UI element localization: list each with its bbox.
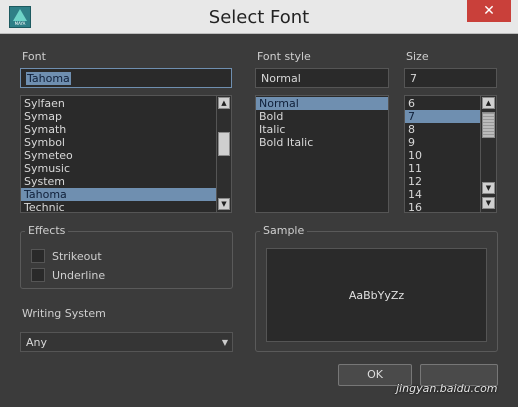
- font-list-item[interactable]: Symath: [21, 123, 216, 136]
- strikeout-checkbox[interactable]: [31, 249, 45, 263]
- size-input[interactable]: 7: [404, 68, 497, 88]
- app-logo-shape: [13, 9, 27, 21]
- close-icon: ✕: [483, 3, 495, 19]
- sample-title: Sample: [260, 224, 308, 237]
- close-button[interactable]: ✕: [467, 0, 511, 22]
- scroll-down-icon[interactable]: ▼: [482, 197, 495, 209]
- size-list-item[interactable]: 11: [405, 162, 480, 175]
- sample-preview: AaBbYyZz: [266, 248, 487, 342]
- font-list-item[interactable]: Symusic: [21, 162, 216, 175]
- size-label: Size: [406, 50, 429, 63]
- size-list-item[interactable]: 7: [405, 110, 480, 123]
- effects-title: Effects: [25, 224, 69, 237]
- font-list-item[interactable]: Symap: [21, 110, 216, 123]
- size-list-scrollbar[interactable]: ▲ ▼ ▼: [480, 96, 496, 212]
- writing-system-value: Any: [26, 336, 48, 349]
- font-list-item[interactable]: Symeteo: [21, 149, 216, 162]
- font-list[interactable]: Sylfaen Symap Symath Symbol Symeteo Symusic Sy…: [20, 95, 232, 213]
- scroll-up-icon[interactable]: ▲: [218, 97, 230, 109]
- scrollbar-thumb[interactable]: [482, 112, 495, 138]
- strikeout-label: Strikeout: [52, 250, 102, 263]
- font-list-item[interactable]: Technic: [21, 201, 216, 212]
- font-input-value: Tahoma: [26, 72, 71, 85]
- size-list-item[interactable]: 12: [405, 175, 480, 188]
- font-style-list-item[interactable]: Italic: [256, 123, 388, 136]
- font-style-list[interactable]: Normal Bold Italic Bold Italic: [255, 95, 389, 213]
- size-list-item[interactable]: 10: [405, 149, 480, 162]
- size-list[interactable]: 6 7 8 9 10 11 12 14 16 ▲ ▼ ▼: [404, 95, 497, 213]
- font-list-item[interactable]: System: [21, 175, 216, 188]
- scroll-up-icon[interactable]: ▲: [482, 97, 495, 109]
- font-list-item[interactable]: Sylfaen: [21, 97, 216, 110]
- size-list-item[interactable]: 14: [405, 188, 480, 201]
- size-list-item[interactable]: 6: [405, 97, 480, 110]
- font-style-list-item[interactable]: Bold Italic: [256, 136, 388, 149]
- writing-system-select[interactable]: Any ▼: [20, 332, 233, 352]
- app-icon: MAYA: [9, 6, 31, 28]
- size-list-item[interactable]: 16: [405, 201, 480, 212]
- writing-system-label: Writing System: [22, 307, 106, 320]
- scroll-down-icon[interactable]: ▼: [482, 182, 495, 194]
- scroll-down-icon[interactable]: ▼: [218, 198, 230, 210]
- sample-text: AaBbYyZz: [348, 289, 405, 302]
- size-list-item[interactable]: 9: [405, 136, 480, 149]
- watermark: jingyan.baidu.com: [396, 382, 498, 395]
- font-list-item[interactable]: Tahoma: [21, 188, 216, 201]
- font-list-item[interactable]: Symbol: [21, 136, 216, 149]
- font-style-input[interactable]: Normal: [255, 68, 389, 88]
- font-style-list-item[interactable]: Bold: [256, 110, 388, 123]
- font-label: Font: [22, 50, 46, 63]
- font-style-list-item[interactable]: Normal: [256, 97, 388, 110]
- underline-label: Underline: [52, 269, 106, 282]
- size-list-item[interactable]: 8: [405, 123, 480, 136]
- font-list-scrollbar[interactable]: ▲ ▼: [216, 96, 231, 212]
- app-icon-text: MAYA: [14, 21, 26, 26]
- underline-checkbox[interactable]: [31, 268, 45, 282]
- font-style-label: Font style: [257, 50, 311, 63]
- font-input[interactable]: Tahoma: [20, 68, 232, 88]
- scrollbar-thumb[interactable]: [218, 132, 230, 156]
- chevron-down-icon: ▼: [221, 338, 228, 347]
- window-title: Select Font: [208, 7, 310, 28]
